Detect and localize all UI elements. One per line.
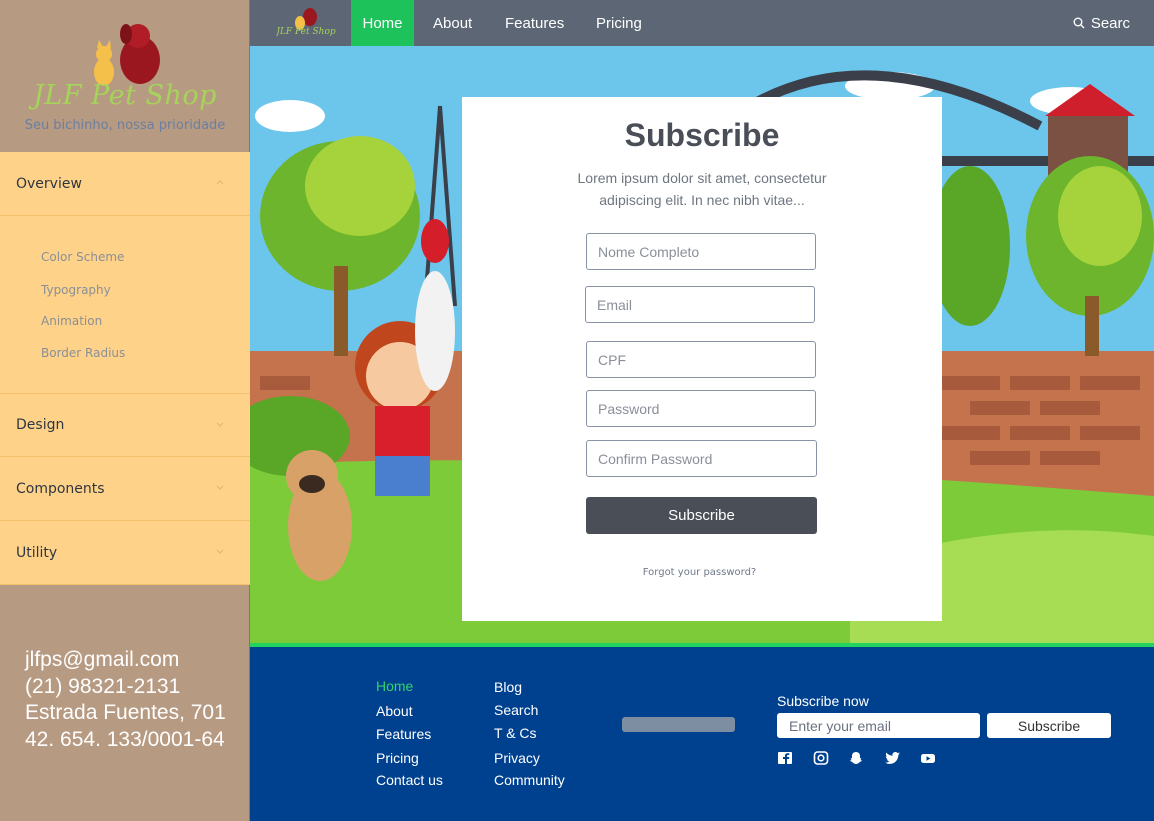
email-field[interactable] <box>585 286 815 323</box>
sidebar-section-label: Utility <box>16 544 58 561</box>
instagram-icon[interactable] <box>813 751 829 765</box>
sidebar-item-color-scheme[interactable]: Color Scheme <box>41 250 124 264</box>
nav-search-label: Searc <box>1090 14 1130 32</box>
footer-link-privacy[interactable]: Privacy <box>494 750 540 766</box>
name-field[interactable] <box>586 233 816 270</box>
contact-email: jlfps@gmail.com <box>25 648 180 671</box>
footer-email-input[interactable] <box>777 713 980 738</box>
sidebar: JLF Pet Shop Seu bichinho, nossa priorid… <box>0 0 250 821</box>
nav-features[interactable]: Features <box>505 0 564 46</box>
facebook-icon[interactable] <box>777 751 793 765</box>
footer: Home About Features Pricing Contact us B… <box>250 647 1154 821</box>
forgot-password-link[interactable]: Forgot your password? <box>462 567 937 578</box>
subscribe-now-label: Subscribe now <box>777 693 869 709</box>
brand-block: JLF Pet Shop Seu bichinho, nossa priorid… <box>0 0 250 152</box>
contact-info: jlfps@gmail.com (21) 98321-2131 Estrada … <box>25 647 226 753</box>
nav-about[interactable]: About <box>433 0 472 46</box>
nav-home[interactable]: Home <box>351 0 414 46</box>
footer-link-about[interactable]: About <box>376 703 413 719</box>
contact-address: Estrada Fuentes, 701 <box>25 701 226 724</box>
chevron-up-icon <box>216 180 224 185</box>
cpf-field[interactable] <box>586 341 816 378</box>
sidebar-item-border-radius[interactable]: Border Radius <box>41 346 125 360</box>
contact-cnpj: 42. 654. 133/0001-64 <box>25 727 225 751</box>
footer-link-contact[interactable]: Contact us <box>376 772 443 788</box>
form-title: Subscribe <box>624 117 780 153</box>
footer-link-community[interactable]: Community <box>494 772 565 788</box>
sidebar-item-animation[interactable]: Animation <box>41 314 102 328</box>
top-navbar: JLF Pet Shop Home About Features Pricing… <box>250 0 1154 46</box>
footer-placeholder-bar <box>622 717 735 732</box>
chevron-down-icon <box>216 485 224 490</box>
search-icon <box>1073 17 1085 29</box>
sidebar-section-components[interactable]: Components <box>0 457 250 521</box>
nav-search[interactable]: Searc <box>1073 0 1130 46</box>
contact-phone: (21) 98321-2131 <box>25 674 181 698</box>
footer-subscribe-button[interactable]: Subscribe <box>987 713 1111 738</box>
nav-pricing[interactable]: Pricing <box>596 0 642 46</box>
chevron-down-icon <box>216 549 224 554</box>
svg-text:JLF Pet Shop: JLF Pet Shop <box>276 27 336 37</box>
form-subtitle: Lorem ipsum dolor sit amet, consectetur … <box>577 170 827 208</box>
sidebar-section-label: Overview <box>16 175 82 192</box>
footer-link-features[interactable]: Features <box>376 726 431 742</box>
confirm-password-field[interactable] <box>586 440 817 477</box>
sidebar-section-design[interactable]: Design <box>0 393 250 457</box>
sidebar-section-overview[interactable]: Overview <box>0 152 250 216</box>
password-field[interactable] <box>586 390 816 427</box>
sidebar-section-label: Components <box>16 480 105 497</box>
subscribe-card: Subscribe Lorem ipsum dolor sit amet, co… <box>462 97 942 621</box>
twitter-icon[interactable] <box>885 751 901 765</box>
sidebar-menu: Overview Color Scheme Typography Animati… <box>0 152 250 585</box>
snapchat-icon[interactable] <box>848 751 864 765</box>
footer-link-home[interactable]: Home <box>376 678 413 694</box>
brand-tagline: Seu bichinho, nossa prioridade <box>24 118 226 133</box>
chevron-down-icon <box>216 422 224 427</box>
footer-link-pricing[interactable]: Pricing <box>376 750 419 766</box>
sidebar-section-utility[interactable]: Utility <box>0 521 250 585</box>
sidebar-item-typography[interactable]: Typography <box>41 283 111 297</box>
footer-link-blog[interactable]: Blog <box>494 679 522 695</box>
sidebar-section-label: Design <box>16 417 65 433</box>
youtube-icon[interactable] <box>920 751 936 765</box>
footer-link-search[interactable]: Search <box>494 702 538 718</box>
navbar-logo-icon[interactable]: JLF Pet Shop <box>276 3 336 39</box>
brand-name: JLF Pet Shop <box>33 80 217 111</box>
footer-link-tcs[interactable]: T & Cs <box>494 725 537 741</box>
subscribe-button[interactable]: Subscribe <box>586 497 817 534</box>
